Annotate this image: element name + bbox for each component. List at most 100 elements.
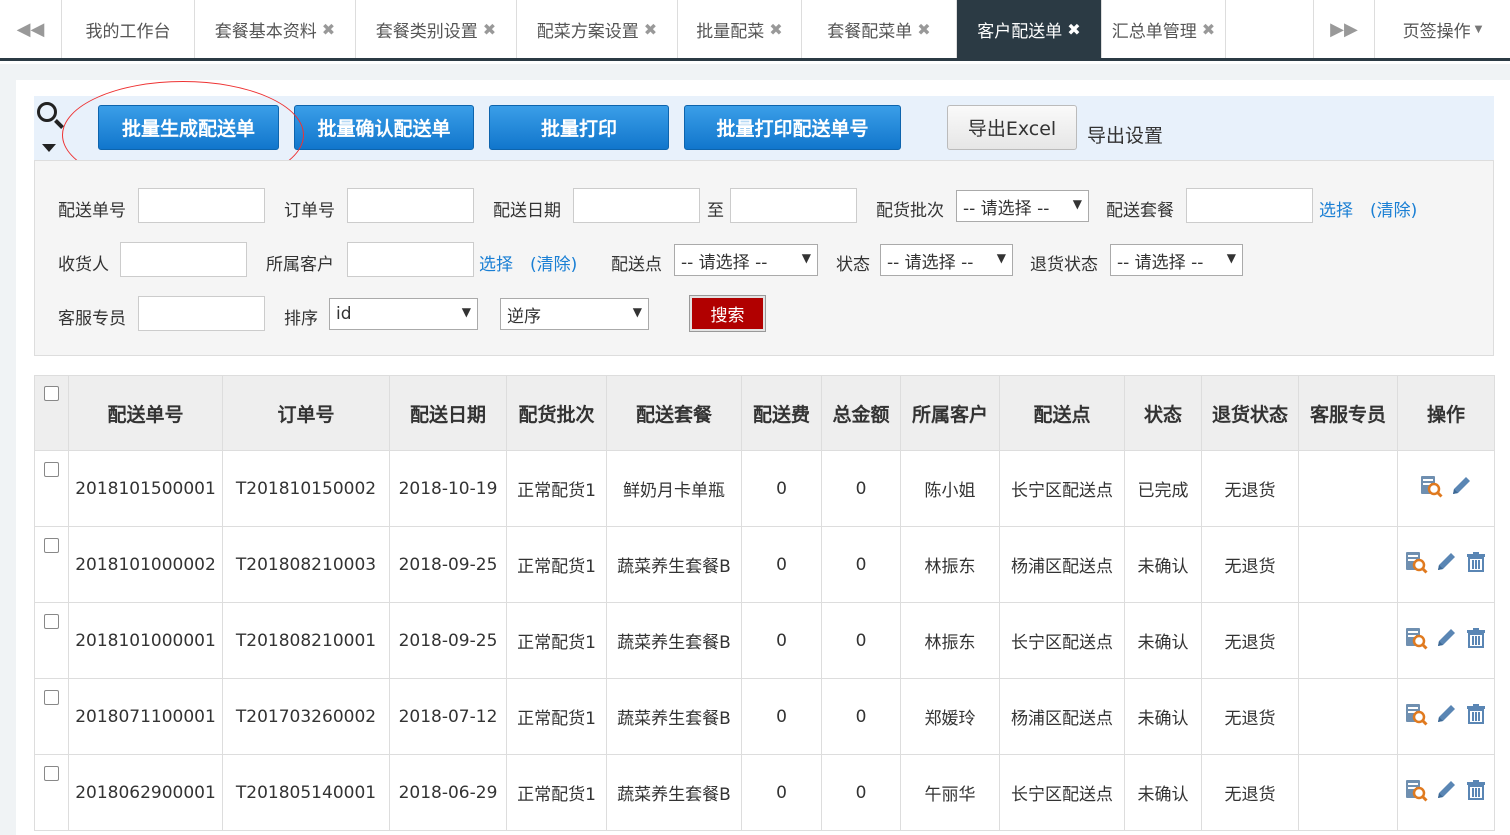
status-select-value: -- 请选择 --: [887, 252, 974, 273]
customer-label: 所属客户: [266, 255, 334, 275]
status-select[interactable]: -- 请选择 -- ▼: [880, 244, 1013, 276]
table-cell: 长宁区配送点: [999, 602, 1125, 679]
table-cell: 0: [821, 526, 901, 603]
close-icon[interactable]: ✖: [1067, 20, 1080, 39]
edit-icon[interactable]: [1449, 474, 1473, 498]
delivery-table: 配送单号 订单号 配送日期 配货批次 配送套餐 配送费 总金额 所属客户 配送点…: [34, 375, 1495, 831]
tab-4[interactable]: 批量配菜 ✖: [678, 0, 802, 58]
delete-icon[interactable]: [1464, 626, 1488, 650]
tab-5[interactable]: 套餐配菜单 ✖: [802, 0, 957, 58]
table-cell: T201808210001: [222, 602, 390, 679]
tab-label: 配菜方案设置: [536, 21, 639, 42]
return-status-select-value: -- 请选择 --: [1117, 252, 1204, 273]
customer-clear-link[interactable]: (清除): [530, 250, 577, 275]
table-cell: 午丽华: [900, 754, 1000, 831]
row-checkbox[interactable]: [44, 614, 59, 629]
row-checkbox[interactable]: [44, 538, 59, 553]
table-cell: 杨浦区配送点: [999, 678, 1125, 755]
column-header: 配送套餐: [606, 375, 742, 451]
row-actions: [1404, 778, 1488, 802]
close-icon[interactable]: ✖: [1202, 20, 1215, 39]
select-all-checkbox[interactable]: [44, 385, 59, 401]
batch-confirm-button[interactable]: 批量确认配送单: [294, 105, 474, 150]
receiver-input[interactable]: [120, 242, 247, 277]
customer-select-link[interactable]: 选择: [479, 250, 513, 275]
dropdown-arrow-icon: ▼: [1226, 251, 1236, 265]
tab-1[interactable]: 套餐基本资料 ✖: [195, 0, 356, 58]
row-actions: [1404, 550, 1488, 574]
order-no-label: 订单号: [284, 201, 335, 221]
date-range-to-label: 至: [707, 201, 724, 221]
close-icon[interactable]: ✖: [917, 20, 930, 39]
export-settings-link[interactable]: 导出设置: [1087, 121, 1163, 148]
package-input[interactable]: [1186, 188, 1313, 223]
tab-scroll-left-button[interactable]: ◀◀: [0, 0, 62, 58]
return-status-select[interactable]: -- 请选择 -- ▼: [1110, 244, 1243, 276]
edit-icon[interactable]: [1434, 702, 1458, 726]
table-cell: 未确认: [1124, 526, 1202, 603]
row-select-cell: [34, 602, 69, 679]
edit-icon[interactable]: [1434, 626, 1458, 650]
edit-icon[interactable]: [1434, 550, 1458, 574]
package-clear-link[interactable]: (清除): [1370, 196, 1417, 221]
edit-icon[interactable]: [1434, 778, 1458, 802]
search-toggle-button[interactable]: [34, 96, 64, 160]
view-icon[interactable]: [1419, 474, 1443, 498]
order-no-input[interactable]: [347, 188, 474, 223]
row-checkbox[interactable]: [44, 462, 59, 477]
view-icon[interactable]: [1404, 550, 1428, 574]
sort-order-select[interactable]: 逆序 ▼: [500, 298, 649, 330]
row-actions-cell: [1397, 602, 1495, 679]
delivery-date-label: 配送日期: [493, 201, 561, 221]
table-cell: 0: [741, 678, 822, 755]
close-icon[interactable]: ✖: [769, 20, 782, 39]
package-select-link[interactable]: 选择: [1319, 196, 1353, 221]
tab-0[interactable]: 我的工作台: [62, 0, 195, 58]
row-checkbox[interactable]: [44, 690, 59, 705]
tab-label: 套餐基本资料: [214, 21, 317, 42]
delete-icon[interactable]: [1464, 550, 1488, 574]
tab-operations-dropdown[interactable]: 页签操作 ▼: [1375, 0, 1510, 58]
return-status-label: 退货状态: [1030, 255, 1098, 275]
delete-icon[interactable]: [1464, 702, 1488, 726]
tab-3[interactable]: 配菜方案设置 ✖: [517, 0, 678, 58]
row-select-cell: [34, 678, 69, 755]
close-icon[interactable]: ✖: [322, 20, 335, 39]
delete-icon[interactable]: [1464, 778, 1488, 802]
tab-7[interactable]: 汇总单管理 ✖: [1102, 0, 1226, 58]
tab-label: 批量配菜: [696, 21, 765, 42]
delivery-date-end-input[interactable]: [730, 188, 857, 223]
tab-2[interactable]: 套餐类别设置 ✖: [356, 0, 517, 58]
view-icon[interactable]: [1404, 626, 1428, 650]
view-icon[interactable]: [1404, 702, 1428, 726]
tab-label: 套餐配菜单: [827, 21, 913, 42]
column-header: 操作: [1397, 375, 1495, 451]
delivery-no-input[interactable]: [138, 188, 265, 223]
close-icon[interactable]: ✖: [644, 20, 657, 39]
batch-print-button[interactable]: 批量打印: [489, 105, 669, 150]
table-cell: 无退货: [1201, 678, 1299, 755]
batch-print-number-button[interactable]: 批量打印配送单号: [684, 105, 901, 150]
table-cell: 0: [821, 602, 901, 679]
batch-select[interactable]: -- 请选择 -- ▼: [956, 190, 1089, 222]
customer-input[interactable]: [347, 242, 474, 277]
sort-field-select[interactable]: id ▼: [329, 298, 478, 330]
table-cell: 2018101000002: [68, 526, 223, 603]
row-checkbox[interactable]: [44, 766, 59, 781]
column-header: 订单号: [222, 375, 390, 451]
table-cell: 0: [741, 602, 822, 679]
delivery-date-start-input[interactable]: [573, 188, 700, 223]
table-header-row: 配送单号 订单号 配送日期 配货批次 配送套餐 配送费 总金额 所属客户 配送点…: [34, 375, 1495, 451]
close-icon[interactable]: ✖: [483, 20, 496, 39]
delivery-point-select[interactable]: -- 请选择 -- ▼: [674, 244, 818, 276]
table-row: 2018062900001 T201805140001 2018-06-29 正常配货…: [34, 754, 1495, 831]
tab-6[interactable]: 客户配送单 ✖: [957, 0, 1102, 58]
export-excel-button[interactable]: 导出Excel: [947, 105, 1077, 150]
view-icon[interactable]: [1404, 778, 1428, 802]
search-button[interactable]: 搜索: [689, 295, 766, 332]
table-row: 2018101500001 T201810150002 2018-10-19 正常配货…: [34, 450, 1495, 527]
row-actions-cell: [1397, 678, 1495, 755]
service-input[interactable]: [138, 296, 265, 331]
column-header: 退货状态: [1201, 375, 1299, 451]
tab-scroll-right-button[interactable]: ▶▶: [1313, 0, 1375, 58]
